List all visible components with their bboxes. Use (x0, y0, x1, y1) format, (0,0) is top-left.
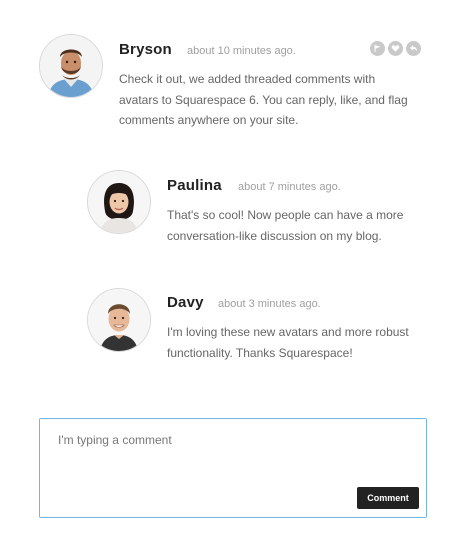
comment-actions (370, 41, 421, 56)
comment-composer: I'm typing a comment Comment (39, 418, 427, 518)
comment-timestamp: about 7 minutes ago. (238, 181, 341, 193)
heart-icon[interactable] (388, 41, 403, 56)
avatar[interactable] (87, 170, 151, 234)
reply-icon[interactable] (406, 41, 421, 56)
comment-timestamp: about 10 minutes ago. (187, 45, 296, 57)
avatar[interactable] (39, 34, 103, 98)
comment-body: I'm loving these new avatars and more ro… (167, 325, 409, 360)
comment-author[interactable]: Bryson (119, 41, 172, 58)
comment-timestamp: about 3 minutes ago. (218, 298, 321, 310)
comment-input[interactable]: I'm typing a comment (58, 433, 408, 463)
flag-icon[interactable] (370, 41, 385, 56)
comment-button[interactable]: Comment (357, 487, 419, 509)
comment-body: That's so cool! Now people can have a mo… (167, 208, 404, 243)
avatar[interactable] (87, 288, 151, 352)
comment-author[interactable]: Paulina (167, 177, 222, 194)
comment-body: Check it out, we added threaded comments… (119, 72, 408, 127)
comment-author[interactable]: Davy (167, 294, 204, 311)
